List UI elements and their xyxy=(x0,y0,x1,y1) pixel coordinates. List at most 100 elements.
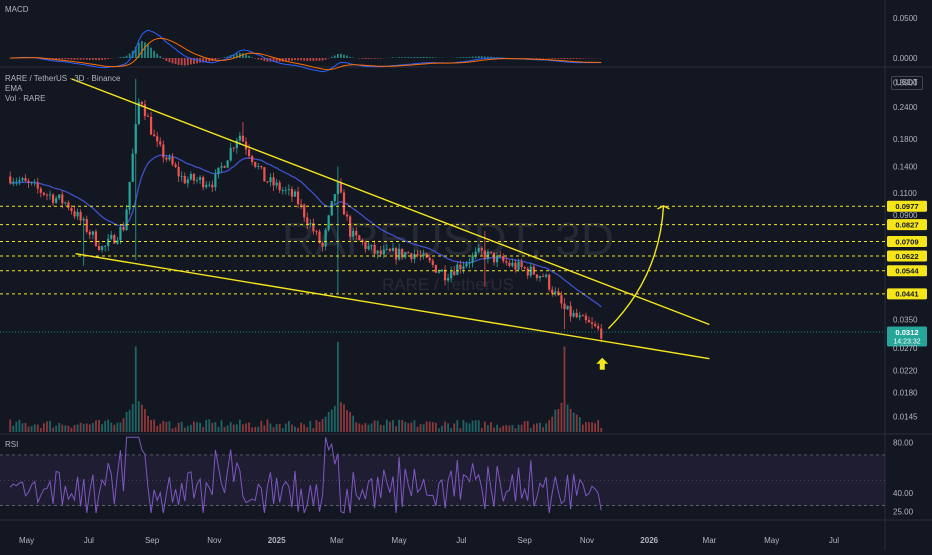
candle-body xyxy=(352,231,354,237)
macd-histogram-bar xyxy=(472,57,474,58)
volume-bar xyxy=(530,428,532,432)
volume-bar xyxy=(95,420,97,432)
candle-body xyxy=(257,166,259,167)
volume-bar xyxy=(316,420,318,432)
macd-legend[interactable]: MACD xyxy=(5,5,29,15)
candle-body xyxy=(560,295,562,303)
candle-body xyxy=(475,252,477,256)
watermark-symbol: RAREUSDT, 3D xyxy=(282,213,614,265)
candle-body xyxy=(514,263,516,270)
macd-histogram-bar xyxy=(150,48,152,58)
volume-bar xyxy=(536,423,538,432)
chart-canvas[interactable]: RAREUSDT, 3D RARE / TetherUS 0.05000.000… xyxy=(0,0,932,550)
candle-body xyxy=(438,272,440,273)
macd-histogram-bar xyxy=(162,58,164,59)
macd-histogram-bar xyxy=(368,58,370,59)
volume-bar xyxy=(420,424,422,432)
volume-bar xyxy=(196,422,198,432)
volume-bar xyxy=(417,427,419,432)
macd-histogram-bar xyxy=(187,58,189,65)
candle-body xyxy=(31,183,33,184)
symbol-line: RARE / TetherUS · 3D · Binance xyxy=(5,74,120,84)
candle-body xyxy=(58,194,60,198)
volume-bar xyxy=(18,420,20,432)
volume-bar xyxy=(116,423,118,432)
candle-body xyxy=(122,227,124,230)
macd-histogram-bar xyxy=(429,57,431,58)
main-legend[interactable]: RARE / TetherUS · 3D · Binance EMA Vol ·… xyxy=(5,74,120,104)
macd-histogram-bar xyxy=(564,58,566,59)
candle-body xyxy=(43,193,45,195)
volume-bar xyxy=(567,405,569,432)
candle-body xyxy=(92,231,94,234)
volume-bar xyxy=(426,421,428,432)
macd-histogram-bar xyxy=(423,57,425,58)
macd-histogram-bar xyxy=(536,58,538,59)
macd-histogram-bar xyxy=(169,58,171,62)
candle-body xyxy=(478,248,480,252)
macd-histogram-bar xyxy=(312,58,314,61)
candle-body xyxy=(398,249,400,260)
candle-body xyxy=(539,276,541,278)
candle-body xyxy=(34,183,36,184)
candle-body xyxy=(171,157,173,164)
x-tick-label: May xyxy=(19,536,34,545)
currency-button[interactable]: USDT xyxy=(891,76,923,90)
candle-body xyxy=(150,117,152,135)
candle-body xyxy=(181,176,183,177)
candle-body xyxy=(178,167,180,176)
macd-histogram-bar xyxy=(159,56,161,58)
macd-histogram-bar xyxy=(392,57,394,58)
volume-bar xyxy=(178,423,180,432)
candle-body xyxy=(490,252,492,253)
volume-bar xyxy=(444,422,446,432)
volume-bar xyxy=(12,426,14,432)
trading-chart[interactable]: RAREUSDT, 3D RARE / TetherUS 0.05000.000… xyxy=(0,0,932,550)
macd-histogram-bar xyxy=(401,57,403,58)
macd-histogram-bar xyxy=(74,58,76,60)
candle-body xyxy=(248,149,250,156)
volume-bar xyxy=(233,425,235,432)
volume-bar xyxy=(450,428,452,432)
volume-bar xyxy=(221,420,223,432)
volume-bar xyxy=(40,428,42,432)
volume-bar xyxy=(508,426,510,432)
candle-body xyxy=(493,253,495,263)
macd-histogram-bar xyxy=(426,57,428,58)
volume-bar xyxy=(202,427,204,432)
candle-body xyxy=(61,194,63,203)
candle-body xyxy=(484,250,486,259)
candle-body xyxy=(579,315,581,317)
volume-bar xyxy=(481,428,483,432)
level-badge-label: 0.0709 xyxy=(895,237,918,246)
macd-histogram-bar xyxy=(260,58,262,60)
volume-bar xyxy=(135,347,137,433)
volume-bar xyxy=(80,423,82,432)
volume-bar xyxy=(539,423,541,432)
volume-bar xyxy=(150,420,152,432)
candle-body xyxy=(331,201,333,215)
volume-bar xyxy=(312,428,314,432)
volume-bar xyxy=(98,420,100,432)
candle-body xyxy=(107,239,109,246)
volume-bar xyxy=(502,426,504,432)
volume-bar xyxy=(86,424,88,432)
rsi-tick-label: 25.00 xyxy=(893,508,914,517)
candle-body xyxy=(83,219,85,221)
volume-bar xyxy=(285,424,287,432)
volume-bar xyxy=(361,425,363,432)
candle-body xyxy=(481,248,483,251)
volume-bar xyxy=(61,425,63,432)
volume-bar xyxy=(438,428,440,432)
volume-bar xyxy=(579,417,581,432)
rsi-tick-label: 80.00 xyxy=(893,438,914,447)
volume-bar xyxy=(404,422,406,432)
candle-body xyxy=(521,262,523,267)
y-tick-label: 0.0270 xyxy=(893,344,918,353)
macd-histogram-bar xyxy=(77,58,79,60)
volume-bar xyxy=(407,423,409,432)
rsi-legend[interactable]: RSI xyxy=(5,440,18,450)
macd-histogram-bar xyxy=(153,51,155,58)
volume-bar xyxy=(110,423,112,432)
candle-body xyxy=(321,243,323,247)
